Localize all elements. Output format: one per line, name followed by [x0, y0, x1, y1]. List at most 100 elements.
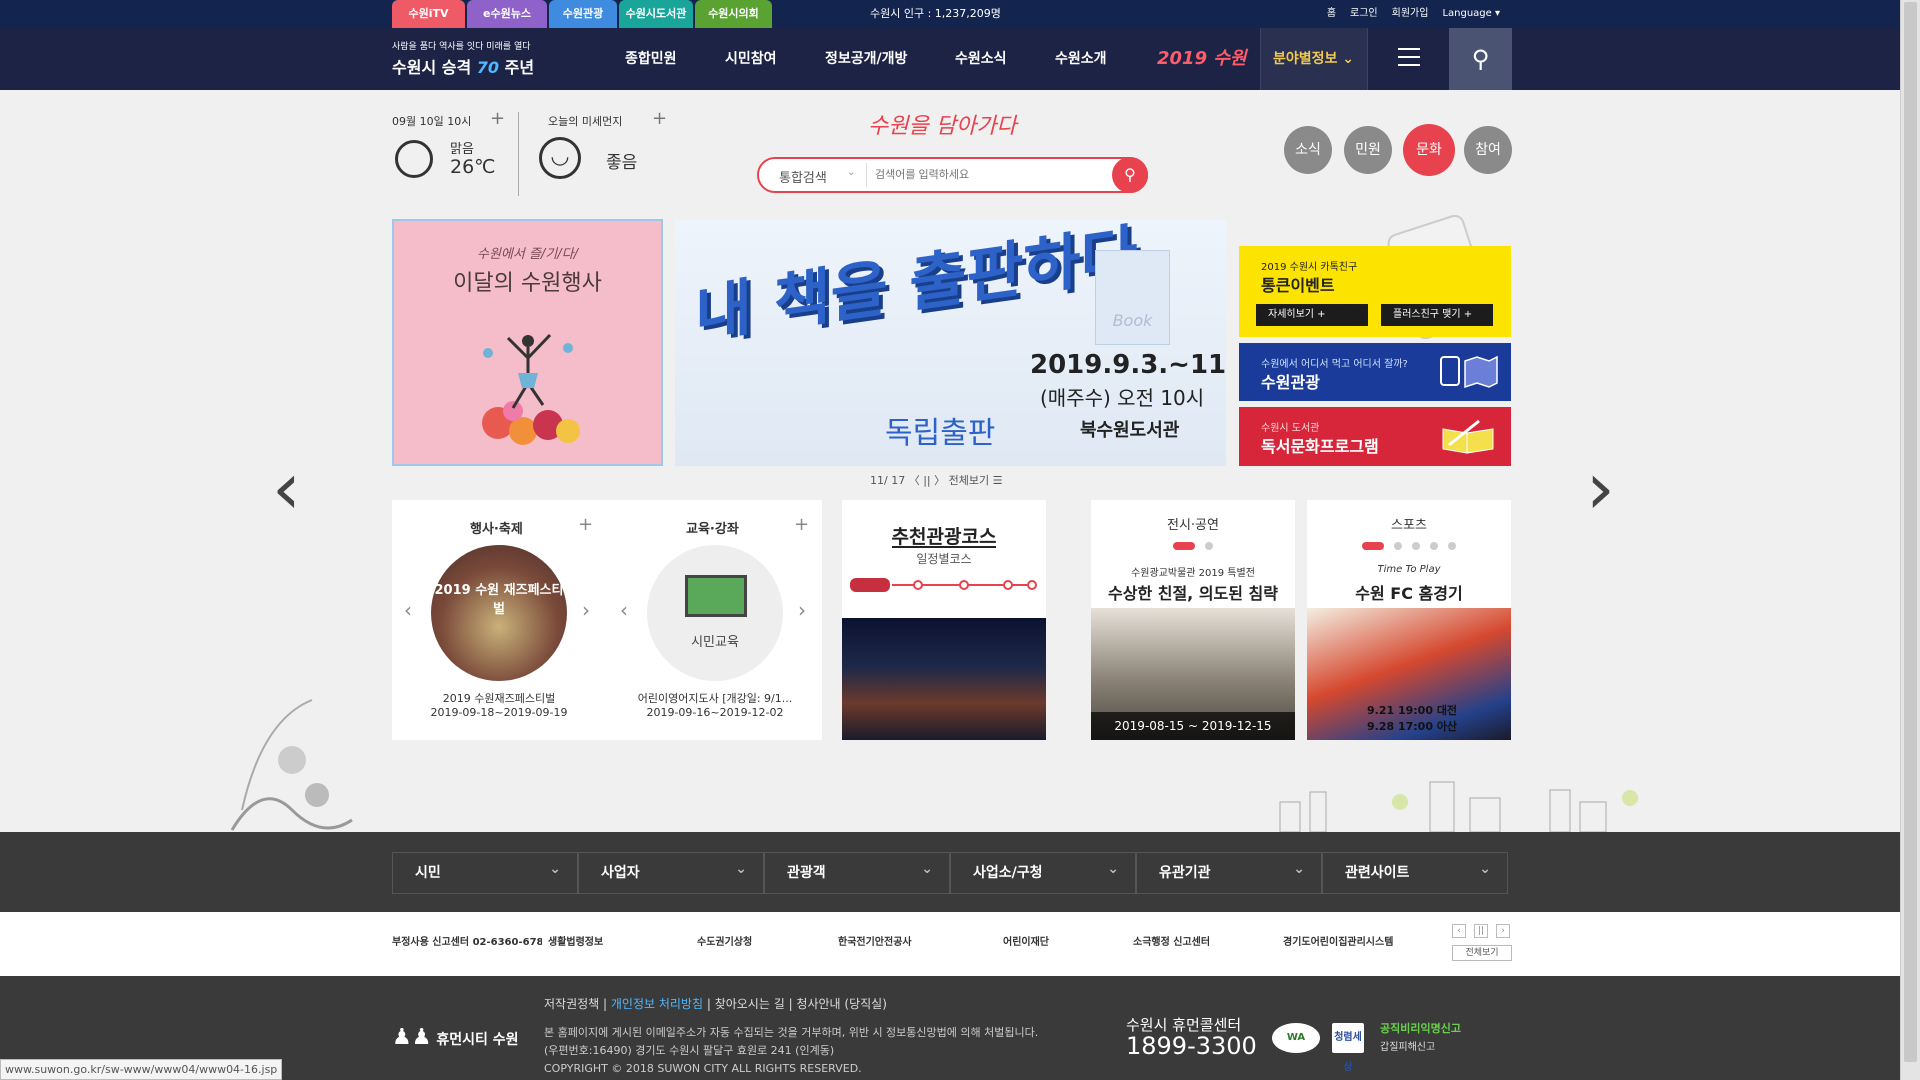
org-link[interactable]: 수도권기상청: [697, 933, 752, 948]
hamburger-menu-icon[interactable]: [1398, 48, 1420, 66]
search-icon[interactable]: ⚲: [1449, 28, 1512, 90]
anonymous-report-link[interactable]: 공직비리익명신고: [1380, 1020, 1461, 1036]
footer-select[interactable]: 사업자: [578, 849, 764, 894]
event-banner-subtitle: 수원에서 즐/기/다/: [477, 247, 578, 262]
directions-link[interactable]: 찾아오시는 길: [715, 997, 785, 1011]
footer-logo: ♟♟ 휴먼시티 수원: [392, 1025, 518, 1050]
rollercoaster-illustration: [230, 699, 353, 831]
next-arrow-icon[interactable]: ›: [1586, 452, 1615, 524]
privacy-policy-link[interactable]: 개인정보 처리방침: [611, 997, 703, 1011]
education-dates: 2019-09-16~2019-12-02: [646, 706, 784, 719]
copyright-policy-link[interactable]: 저작권정책: [544, 997, 599, 1011]
search-category-select[interactable]: 통합검색: [779, 167, 827, 186]
kakao-plusfriend-button[interactable]: 플러스친구 맺기 +: [1381, 304, 1493, 326]
footer-select[interactable]: 사업소/구청: [950, 849, 1136, 894]
org-link[interactable]: 어린이재단: [1003, 933, 1049, 948]
dust-more-icon[interactable]: +: [652, 108, 667, 129]
login-link[interactable]: 로그인: [1350, 0, 1378, 28]
banner-pager[interactable]: 11/ 17 〈 || 〉 전체보기 ☰: [870, 472, 1002, 488]
library-program-banner[interactable]: 수원시 도서관 독서문화프로그램: [1239, 407, 1511, 466]
tourism-banner-title: 수원관광: [1261, 373, 1320, 392]
home-link[interactable]: 홈: [1327, 0, 1336, 28]
sports-card[interactable]: 스포츠 Time To Play 수원 FC 홈경기 9.21 19:00 대전…: [1307, 500, 1511, 740]
gnb-menu-item[interactable]: 수원소개: [1055, 28, 1107, 90]
browser-status-url: www.suwon.go.kr/sw-www/www04/www04-16.js…: [0, 1059, 283, 1080]
tourism-banner-small: 수원에서 어디서 먹고 어디서 잘까?: [1261, 359, 1408, 370]
kakao-detail-button[interactable]: 자세히보기 +: [1256, 304, 1368, 326]
abuse-report-link[interactable]: 갑질피해신고: [1380, 1038, 1435, 1053]
weather-more-icon[interactable]: +: [490, 108, 505, 129]
event-banner-title: 이달의 수원행사: [453, 271, 602, 296]
chevron-down-icon[interactable]: ⌄: [847, 167, 855, 178]
exhibition-dates: 2019-08-15 ~ 2019-12-15: [1091, 712, 1295, 740]
building-info-link[interactable]: 청사안내 (당직실): [796, 997, 886, 1011]
org-link[interactable]: 경기도어린이집관리시스템: [1283, 933, 1393, 948]
join-link[interactable]: 회원가입: [1392, 0, 1429, 28]
org-link[interactable]: 부정사용 신고센터 02-6360-6789: [392, 933, 542, 948]
festival-next-icon[interactable]: ›: [582, 598, 590, 622]
jazz-festival-image[interactable]: 2019 수원 재즈페스티벌: [431, 545, 567, 681]
gnb-menu-item[interactable]: 수원소식: [955, 28, 1007, 90]
festival-column-title: 행사·축제: [470, 522, 523, 537]
footer-select[interactable]: 유관기관: [1136, 849, 1322, 894]
festival-more-icon[interactable]: +: [578, 514, 593, 535]
education-caption[interactable]: 어린이영어지도사 [개강일: 9/1...: [620, 690, 810, 706]
integrity-badge[interactable]: 청렴세상: [1332, 1023, 1364, 1073]
logo-text-post: 주년: [504, 58, 535, 77]
kakao-event-banner[interactable]: 2019 수원시 카톡친구 통큰이벤트 자세히보기 + 플러스친구 맺기 +: [1239, 246, 1511, 337]
main-banner-slide[interactable]: 내 책을 출판하다 Book 2019.9.3.~11.6. (매주수) 오전 …: [675, 220, 1226, 466]
search-input[interactable]: [866, 163, 1096, 187]
suwon-tourism-banner[interactable]: 수원에서 어디서 먹고 어디서 잘까? 수원관광: [1239, 343, 1511, 401]
footer-select[interactable]: 관련사이트: [1322, 849, 1508, 894]
top-tab-4[interactable]: 수원시의회: [695, 0, 772, 28]
language-dropdown[interactable]: Language ▾: [1442, 0, 1500, 28]
top-tab-1[interactable]: e수원뉴스: [467, 0, 547, 28]
education-image[interactable]: 시민교육: [647, 545, 783, 681]
top-tab-2[interactable]: 수원관광: [549, 0, 617, 28]
org-link[interactable]: 소극행정 신고센터: [1133, 933, 1210, 948]
top-tab-0[interactable]: 수원iTV: [392, 0, 465, 28]
tour-course-card[interactable]: 추천관광코스 일정별코스: [842, 500, 1046, 740]
sports-dots[interactable]: [1307, 542, 1511, 550]
call-center-number: 1899-3300: [1126, 1032, 1257, 1060]
education-next-icon[interactable]: ›: [798, 598, 806, 622]
festival-dates: 2019-09-18~2019-09-19: [430, 706, 568, 719]
quick-circle-1[interactable]: 민원: [1344, 126, 1392, 174]
education-prev-icon[interactable]: ‹: [620, 598, 628, 622]
exhibition-dots[interactable]: [1091, 542, 1295, 550]
festival-prev-icon[interactable]: ‹: [404, 598, 412, 622]
ballerina-flower-illustration: [482, 333, 580, 445]
education-more-icon[interactable]: +: [794, 514, 809, 535]
scrollbar-thumb[interactable]: [1904, 2, 1917, 1062]
monthly-event-banner[interactable]: 수원에서 즐/기/다/ 이달의 수원행사: [392, 219, 663, 466]
quick-circle-0[interactable]: 소식: [1284, 126, 1332, 174]
org-next-icon[interactable]: ›: [1496, 924, 1510, 938]
page-scrollbar[interactable]: [1900, 0, 1920, 1080]
exhibition-card[interactable]: 전시·공연 수원광교박물관 2019 특별전 수상한 친절, 의도된 침략 20…: [1091, 500, 1295, 740]
map-icon: [1440, 355, 1498, 389]
field-info-menu[interactable]: 분야별정보 ⌄: [1260, 28, 1368, 90]
gnb-menu-item[interactable]: 종합민원: [625, 28, 677, 90]
gnb-menu-item[interactable]: 시민참여: [725, 28, 777, 90]
weather-divider: [518, 112, 519, 196]
org-pause-icon[interactable]: ||: [1474, 924, 1488, 938]
org-prev-icon[interactable]: ‹: [1452, 924, 1466, 938]
web-accessibility-badge[interactable]: WA: [1272, 1023, 1320, 1053]
suwon-signature-logo[interactable]: 2019 수원: [1157, 28, 1246, 90]
footer-select[interactable]: 시민: [392, 849, 578, 894]
festival-caption[interactable]: 2019 수원재즈페스티벌: [404, 690, 594, 706]
footer-select[interactable]: 관광객: [764, 849, 950, 894]
search-submit-icon[interactable]: ⚲: [1112, 157, 1148, 193]
gnb-menu-item[interactable]: 정보공개/개방: [825, 28, 907, 90]
org-link[interactable]: 생활법령정보: [548, 933, 603, 948]
site-logo[interactable]: 수원시 승격 70 주년: [392, 54, 534, 78]
quick-circle-2[interactable]: 문화: [1403, 124, 1455, 176]
prev-arrow-icon[interactable]: ‹: [272, 452, 301, 524]
related-organizations-strip: [0, 912, 1900, 976]
language-label: Language: [1442, 8, 1492, 19]
top-tab-3[interactable]: 수원시도서관: [619, 0, 693, 28]
sports-desc: Time To Play: [1377, 564, 1441, 575]
quick-circle-3[interactable]: 참여: [1464, 126, 1512, 174]
org-view-all-button[interactable]: 전체보기: [1452, 945, 1512, 961]
org-link[interactable]: 한국전기안전공사: [838, 933, 912, 948]
